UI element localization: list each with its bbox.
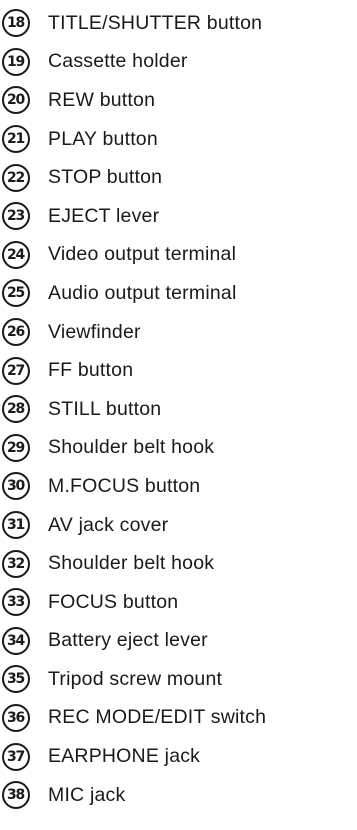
item-number-badge: 29 xyxy=(2,433,30,462)
legend-item: 25 Audio output terminal xyxy=(0,274,357,313)
item-number-badge: 30 xyxy=(2,472,30,501)
item-label: AV jack cover xyxy=(48,513,169,536)
item-number-badge: 24 xyxy=(2,240,30,269)
item-label: REC MODE/EDIT switch xyxy=(48,706,267,729)
item-label: EARPHONE jack xyxy=(48,745,201,768)
legend-item: 32 Shoulder belt hook xyxy=(0,544,357,583)
item-label: Video output terminal xyxy=(48,243,237,266)
item-label: Shoulder belt hook xyxy=(48,552,215,575)
item-label: REW button xyxy=(48,88,156,111)
legend-item: 26 Viewfinder xyxy=(0,313,357,352)
item-number-badge: 36 xyxy=(2,703,30,732)
legend-item: 35 Tripod screw mount xyxy=(0,660,357,699)
item-number-badge: 22 xyxy=(2,163,30,192)
item-label: EJECT lever xyxy=(48,204,160,227)
legend-item: 36 REC MODE/EDIT switch xyxy=(0,699,357,738)
item-label: Audio output terminal xyxy=(48,281,237,304)
legend-item: 29 Shoulder belt hook xyxy=(0,429,357,468)
item-number-badge: 35 xyxy=(2,665,30,694)
parts-legend-list: 18 TITLE/SHUTTER button 19 Cassette hold… xyxy=(0,4,357,814)
legend-item: 20 REW button xyxy=(0,81,357,120)
legend-item: 33 FOCUS button xyxy=(0,583,357,622)
legend-item: 37 EARPHONE jack xyxy=(0,737,357,776)
item-number-badge: 34 xyxy=(2,626,30,655)
legend-item: 18 TITLE/SHUTTER button xyxy=(0,4,357,43)
item-label: STOP button xyxy=(48,166,163,189)
legend-item: 28 STILL button xyxy=(0,390,357,429)
item-label: STILL button xyxy=(48,397,162,420)
item-label: Battery eject lever xyxy=(48,629,208,652)
item-label: TITLE/SHUTTER button xyxy=(48,11,263,34)
legend-item: 21 PLAY button xyxy=(0,120,357,159)
item-label: M.FOCUS button xyxy=(48,474,201,497)
legend-item: 23 EJECT lever xyxy=(0,197,357,236)
item-label: PLAY button xyxy=(48,127,158,150)
legend-item: 19 Cassette holder xyxy=(0,43,357,82)
legend-item: 34 Battery eject lever xyxy=(0,622,357,661)
item-number-badge: 38 xyxy=(2,781,30,810)
item-number-badge: 18 xyxy=(2,9,30,38)
item-label: Shoulder belt hook xyxy=(48,436,215,459)
item-number-badge: 28 xyxy=(2,395,30,424)
legend-item: 22 STOP button xyxy=(0,158,357,197)
item-label: FF button xyxy=(48,359,134,382)
legend-item: 27 FF button xyxy=(0,351,357,390)
item-number-badge: 26 xyxy=(2,318,30,347)
item-label: Cassette holder xyxy=(48,50,188,73)
item-label: FOCUS button xyxy=(48,590,179,613)
item-number-badge: 32 xyxy=(2,549,30,578)
legend-item: 31 AV jack cover xyxy=(0,506,357,545)
item-label: Viewfinder xyxy=(48,320,141,343)
legend-item: 24 Video output terminal xyxy=(0,236,357,275)
legend-item: 30 M.FOCUS button xyxy=(0,467,357,506)
item-number-badge: 31 xyxy=(2,511,30,540)
item-number-badge: 23 xyxy=(2,202,30,231)
item-number-badge: 19 xyxy=(2,47,30,76)
item-label: MIC jack xyxy=(48,783,126,806)
item-number-badge: 20 xyxy=(2,86,30,115)
item-label: Tripod screw mount xyxy=(48,667,223,690)
item-number-badge: 27 xyxy=(2,356,30,385)
item-number-badge: 25 xyxy=(2,279,30,308)
item-number-badge: 21 xyxy=(2,125,30,154)
item-number-badge: 37 xyxy=(2,742,30,771)
legend-item: 38 MIC jack xyxy=(0,776,357,815)
item-number-badge: 33 xyxy=(2,588,30,617)
